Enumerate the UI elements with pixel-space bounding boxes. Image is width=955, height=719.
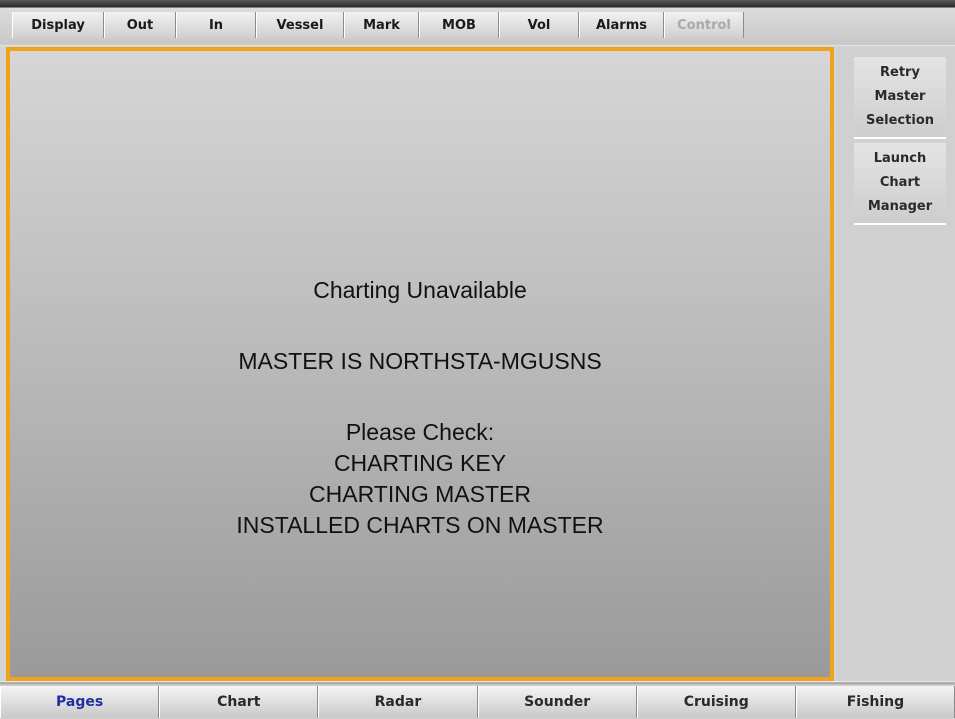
tab-pages[interactable]: Pages <box>0 686 160 718</box>
retry-master-selection-button[interactable]: Retry Master Selection <box>854 57 946 139</box>
menu-control: Control <box>664 12 744 38</box>
launch-chart-manager-button[interactable]: Launch Chart Manager <box>854 143 946 225</box>
soft-key-panel: Retry Master Selection Launch Chart Mana… <box>836 47 955 681</box>
check-heading: Please Check: <box>345 419 495 445</box>
menu-vessel[interactable]: Vessel <box>256 12 344 38</box>
tab-sounder[interactable]: Sounder <box>477 686 637 718</box>
menu-vol[interactable]: Vol <box>499 12 579 38</box>
charting-unavailable-title: Charting Unavailable <box>313 277 527 303</box>
page-tabs: Pages Chart Radar Sounder Cruising Fishi… <box>0 686 955 718</box>
menu-alarms[interactable]: Alarms <box>579 12 664 38</box>
check-item-installed-charts: INSTALLED CHARTS ON MASTER <box>236 512 604 538</box>
menu-in[interactable]: In <box>176 12 256 38</box>
chart-display-area: Charting Unavailable MASTER IS NORTHSTA-… <box>6 47 834 681</box>
check-item-charting-master: CHARTING MASTER <box>309 481 531 507</box>
menu-out[interactable]: Out <box>104 12 176 38</box>
bottom-page-bar: Pages Chart Radar Sounder Cruising Fishi… <box>0 681 955 719</box>
top-menu-bar: Display Out In Vessel Mark MOB Vol Alarm… <box>0 0 955 46</box>
menu-mob[interactable]: MOB <box>419 12 499 38</box>
master-status-text: MASTER IS NORTHSTA-MGUSNS <box>238 348 602 374</box>
menu-mark[interactable]: Mark <box>344 12 419 38</box>
top-menu: Display Out In Vessel Mark MOB Vol Alarm… <box>12 12 744 38</box>
menu-display[interactable]: Display <box>12 12 104 38</box>
tab-chart[interactable]: Chart <box>159 686 319 718</box>
tab-radar[interactable]: Radar <box>318 686 478 718</box>
check-item-charting-key: CHARTING KEY <box>333 450 507 476</box>
tab-fishing[interactable]: Fishing <box>795 686 955 718</box>
tab-cruising[interactable]: Cruising <box>636 686 796 718</box>
